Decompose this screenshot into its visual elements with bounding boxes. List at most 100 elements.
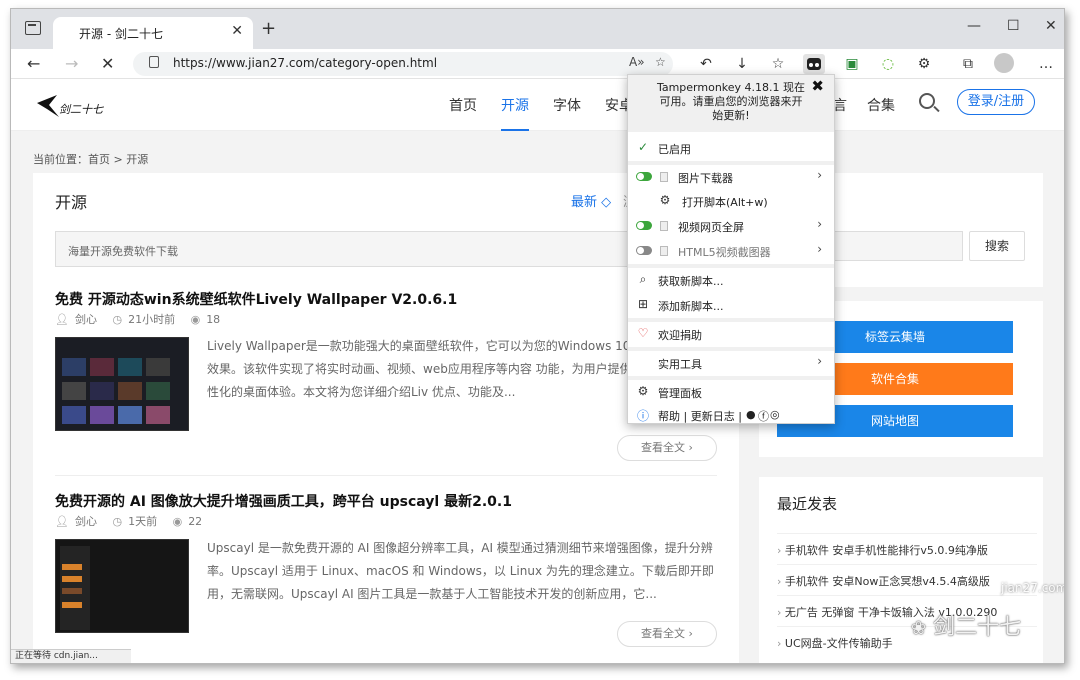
script-item-html5-screenshot[interactable]: HTML5视频截图器 ›	[628, 239, 834, 263]
open-script-label: 打开脚本(Alt+w)	[682, 196, 768, 209]
github-icon[interactable]: ●	[746, 408, 756, 421]
eye-icon: ◉	[190, 313, 201, 326]
add-new-label: 添加新脚本...	[658, 300, 724, 313]
help-label: 帮助 | 更新日志 |	[658, 410, 742, 423]
get-new-scripts-item[interactable]: ⌕ 获取新脚本...	[628, 268, 834, 292]
maximize-button[interactable]: ☐	[1007, 18, 1020, 34]
post-author[interactable]: 剑心	[75, 515, 97, 528]
post-author[interactable]: 剑心	[75, 313, 97, 326]
open-script-item[interactable]: ⚙ 打开脚本(Alt+w)	[628, 189, 834, 213]
sort-latest-button[interactable]: 最新 ◇	[571, 191, 611, 210]
favorites-icon[interactable]: ☆	[767, 54, 789, 74]
user-icon: 👤︎	[55, 515, 69, 528]
tab-actions-icon[interactable]	[25, 21, 41, 35]
search-icon[interactable]	[919, 93, 935, 109]
status-bar: 正在等待 cdn.jian...	[11, 649, 131, 663]
logo-text: 剑二十七	[59, 103, 104, 116]
chevron-right-icon: ›	[817, 217, 822, 231]
chevron-right-icon: ›	[817, 354, 822, 368]
nav-item-collections[interactable]: 合集	[867, 95, 895, 115]
site-logo[interactable]: 剑二十七	[35, 89, 115, 123]
breadcrumb: 当前位置：首页 > 开源	[33, 153, 149, 166]
nav-item-partial[interactable]: 言	[833, 95, 847, 115]
nav-item-open[interactable]: 开源	[501, 95, 529, 131]
list-item[interactable]: 手机软件 安卓手机性能排行v5.0.9纯净版	[777, 533, 1037, 564]
search-button[interactable]: 搜索	[969, 231, 1025, 261]
close-icon[interactable]: ✖	[811, 79, 824, 94]
clock-icon: ◷	[112, 515, 123, 528]
post-title[interactable]: 免费开源的 AI 图像放大提升增强画质工具，跨平台 upscayl 最新2.0.…	[55, 491, 717, 511]
post-meta: 👤︎ 剑心 ◷ 1天前 ◉ 22	[55, 513, 214, 529]
address-bar[interactable]: https://www.jian27.com/category-open.htm…	[133, 52, 673, 76]
info-icon: ⓘ	[636, 409, 649, 423]
tab-active[interactable]: 开源 - 剑二十七 ✕	[53, 17, 253, 49]
post-item: 免费开源的 AI 图像放大提升增强画质工具，跨平台 upscayl 最新2.0.…	[55, 491, 717, 661]
read-aloud-icon[interactable]: A»	[629, 55, 645, 69]
post-title[interactable]: 免费 开源动态win系统壁纸软件Lively Wallpaper V2.0.6.…	[55, 289, 717, 309]
utilities-label: 实用工具	[658, 358, 702, 371]
script-item-video-fullscreen[interactable]: 视频网页全屏 ›	[628, 214, 834, 238]
lock-icon[interactable]	[149, 56, 159, 68]
post-thumbnail[interactable]	[55, 539, 189, 633]
post-views: 18	[206, 313, 221, 326]
check-icon: ✓	[637, 140, 649, 154]
donate-item[interactable]: ♡ 欢迎捐助	[628, 322, 834, 346]
read-more-button[interactable]: 查看全文 ›	[617, 621, 717, 647]
login-register-button[interactable]: 登录/注册	[957, 89, 1035, 115]
nav-item-fonts[interactable]: 字体	[553, 95, 581, 115]
tab-close-icon[interactable]: ✕	[231, 23, 243, 39]
list-item[interactable]: 手机软件 安卓Now正念冥想v4.5.4高级版	[777, 564, 1037, 595]
profile-avatar[interactable]	[994, 53, 1014, 73]
browser-toolbar: ← → ✕ https://www.jian27.com/category-op…	[11, 49, 1064, 79]
new-tab-button[interactable]: +	[261, 18, 276, 39]
leaf-icon[interactable]: ◌	[877, 54, 899, 74]
get-new-label: 获取新脚本...	[658, 275, 724, 288]
plus-box-icon: ⊞	[637, 297, 649, 311]
search-input[interactable]: 海量开源免费软件下载	[55, 231, 655, 267]
dashboard-label: 管理面板	[658, 387, 702, 400]
script-item-image-downloader[interactable]: 图片下载器 ›	[628, 165, 834, 189]
favorite-add-icon[interactable]: ☆	[655, 55, 666, 69]
close-window-button[interactable]: ✕	[1045, 18, 1057, 34]
forward-arrow-icon[interactable]: →	[65, 54, 78, 73]
utilities-item[interactable]: 实用工具 ›	[628, 351, 834, 375]
script-icon	[660, 246, 668, 256]
extension-icon[interactable]: ↶	[695, 54, 717, 74]
tampermonkey-popup: Tampermonkey 4.18.1 现在可用。请重启您的浏览器来开始更新! …	[627, 74, 835, 424]
extensions-puzzle-icon[interactable]: ⚙	[913, 54, 935, 74]
collections-icon[interactable]: ⧉	[957, 54, 979, 74]
minimize-button[interactable]: —	[967, 18, 981, 34]
enabled-toggle[interactable]: ✓ 已启用	[628, 136, 834, 160]
watermark-brand: ❀ 剑二十七	[911, 615, 1022, 640]
dashboard-item[interactable]: ⚙ 管理面板	[628, 380, 834, 404]
post-divider	[55, 475, 717, 476]
toggle-on-icon[interactable]	[636, 221, 652, 230]
post-meta: 👤︎ 剑心 ◷ 21小时前 ◉ 18	[55, 311, 232, 327]
nav-item-home[interactable]: 首页	[449, 95, 477, 115]
download-icon[interactable]: ↓	[731, 54, 753, 74]
search-icon: ⌕	[639, 272, 647, 286]
more-menu-icon[interactable]: …	[1035, 54, 1057, 74]
script-icon	[660, 221, 668, 231]
eye-icon: ◉	[172, 515, 183, 528]
stop-loading-icon[interactable]: ✕	[101, 54, 114, 73]
toggle-on-icon[interactable]	[636, 172, 652, 181]
browser-window: 开源 - 剑二十七 ✕ + — ☐ ✕ ← → ✕ https://www.ji…	[10, 8, 1065, 664]
add-new-script-item[interactable]: ⊞ 添加新脚本...	[628, 293, 834, 317]
url-text[interactable]: https://www.jian27.com/category-open.htm…	[173, 56, 437, 70]
facebook-icon[interactable]: ⓕ	[758, 408, 769, 424]
chevron-right-icon: ›	[817, 242, 822, 256]
post-time: 1天前	[128, 515, 158, 528]
back-arrow-icon[interactable]: ←	[27, 54, 40, 73]
toggle-off-icon[interactable]	[636, 246, 652, 255]
help-item[interactable]: ⓘ 帮助 | 更新日志 | ● ⓕ ◎	[628, 403, 834, 427]
instagram-icon[interactable]: ◎	[770, 408, 780, 421]
save-icon[interactable]: ▣	[841, 54, 863, 74]
post-thumbnail[interactable]	[55, 337, 189, 431]
read-more-button[interactable]: 查看全文 ›	[617, 435, 717, 461]
user-icon: 👤︎	[55, 313, 69, 326]
clock-icon: ◷	[112, 313, 123, 326]
watermark-domain: jian27.com	[1001, 581, 1065, 595]
chevron-right-icon: ›	[817, 168, 822, 182]
tampermonkey-icon[interactable]	[803, 54, 825, 74]
